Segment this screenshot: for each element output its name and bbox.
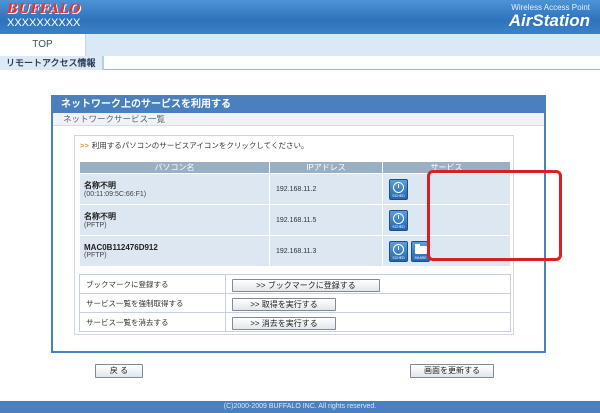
instruction-text: >> 利用するパソコンのサービスアイコンをクリックしてください。	[80, 140, 308, 151]
ip-address: 192.168.11.3	[269, 235, 383, 267]
action-button-cell: >> ブックマークに登録する	[225, 274, 511, 294]
network-service-panel: ネットワーク上のサービスを利用する ネットワークサービス一覧 >> 利用するパソコ…	[51, 95, 562, 353]
action-row: サービス一覧を消去する >> 消去を実行する	[79, 312, 511, 332]
action-label: サービス一覧を強制取得する	[79, 293, 226, 313]
pc-name: MAC0B112476D912	[84, 243, 158, 252]
pc-sub: (PFTP)	[84, 222, 107, 229]
subnav: リモートアクセス情報	[0, 56, 600, 70]
pc-name: 名称不明	[84, 212, 116, 221]
fetch-button[interactable]: >> 取得を実行する	[232, 298, 336, 311]
highlight-box	[427, 170, 562, 261]
action-button-cell: >> 取得を実行する	[225, 293, 511, 313]
pc-name-cell: 名称不明 (00:11:09:5C:66:F1)	[79, 173, 270, 205]
tab-top[interactable]: TOP	[0, 34, 86, 56]
hint-label: 利用するパソコンのサービスアイコンをクリックしてください。	[91, 141, 309, 150]
subnav-remote-access[interactable]: リモートアクセス情報	[0, 56, 104, 70]
arrow-icon: >>	[80, 141, 89, 150]
pc-name-cell: 名称不明 (PFTP)	[79, 204, 270, 236]
action-label: サービス一覧を消去する	[79, 312, 226, 332]
clock-icon[interactable]: SCHED	[389, 209, 408, 231]
pc-name-cell: MAC0B112476D912 (PFTP)	[79, 235, 270, 267]
panel-subtitle: ネットワークサービス一覧	[53, 113, 544, 126]
refresh-button[interactable]: 画面を更新する	[410, 364, 494, 378]
product-name: AirStation	[508, 11, 590, 30]
clock-icon[interactable]: SCHED	[389, 178, 408, 200]
pc-sub: (00:11:09:5C:66:F1)	[84, 191, 147, 198]
ip-address: 192.168.11.5	[269, 204, 383, 236]
back-button[interactable]: 戻 る	[95, 364, 143, 378]
navbar: TOP	[0, 34, 600, 56]
bookmark-button[interactable]: >> ブックマークに登録する	[232, 279, 380, 292]
clear-button[interactable]: >> 消去を実行する	[232, 317, 336, 330]
ip-address: 192.168.11.2	[269, 173, 383, 205]
panel-title: ネットワーク上のサービスを利用する	[53, 97, 544, 113]
header: BUFFALO XXXXXXXXXX Wireless Access Point…	[0, 0, 600, 34]
pc-name: 名称不明	[84, 181, 116, 190]
action-row: サービス一覧を強制取得する >> 取得を実行する	[79, 293, 511, 313]
action-label: ブックマークに登録する	[79, 274, 226, 294]
action-table: ブックマークに登録する >> ブックマークに登録する サービス一覧を強制取得する…	[79, 274, 511, 332]
pc-sub: (PFTP)	[84, 252, 107, 259]
action-row: ブックマークに登録する >> ブックマークに登録する	[79, 274, 511, 294]
clock-icon[interactable]: SCHED	[389, 240, 408, 262]
copyright-footer: (C)2000-2009 BUFFALO INC. All rights res…	[0, 401, 600, 413]
column-pc-name: パソコン名	[79, 161, 270, 174]
device-name: XXXXXXXXXX	[7, 17, 81, 29]
brand-logo: BUFFALO	[7, 2, 82, 17]
action-button-cell: >> 消去を実行する	[225, 312, 511, 332]
column-ip: IPアドレス	[269, 161, 383, 174]
